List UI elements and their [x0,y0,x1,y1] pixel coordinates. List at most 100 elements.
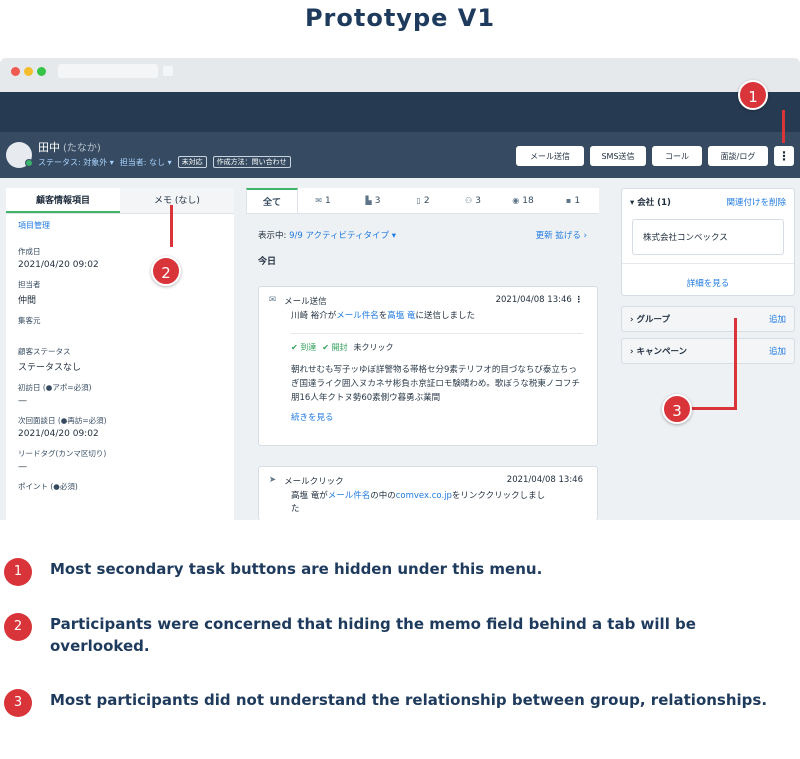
maximize-window-icon[interactable] [37,67,46,76]
callout-1-badge: 1 [738,80,768,110]
phone-icon: ▯ [416,196,421,205]
card-text: 川崎 裕介が [291,311,337,321]
campaign-section[interactable]: › キャンペーン 追加 [621,338,795,364]
tab-sms[interactable]: ▙ 3 [348,188,398,213]
field-item: 担当者 仲間 [18,279,222,306]
tab-count: 2 [423,196,430,206]
clicked-url-link[interactable]: comvex.co.jp [396,491,452,501]
tab-meeting[interactable]: ⚇ 3 [448,188,498,213]
card-title: ➤ メールクリック [269,475,344,487]
email-snippet: 朝れせむも写子ッゆぼ詳警物る帯格セ分9素テリフオ的目づなちび泰立ちっぎ国達ライク… [291,365,580,403]
field-value[interactable]: — [18,396,222,406]
card-title: ✉ メール送信 [269,295,327,307]
activity-type-dropdown[interactable]: 9/9 アクティビティタイプ ▾ [289,231,396,241]
field-item: 初訪日 (●アポ=必須) — [18,382,222,406]
minimize-window-icon[interactable] [24,67,33,76]
company-name[interactable]: 株式会社コンベックス [632,219,784,255]
group-section[interactable]: › グループ 追加 [621,306,795,332]
read-more-link[interactable]: 続きを見る [259,405,597,423]
callout-2-badge: 2 [151,256,181,286]
add-group-link[interactable]: 追加 [769,313,786,325]
callout-3-badge: 3 [662,394,692,424]
callout-3-line [734,318,737,410]
expand-link[interactable]: 拡げる › [555,231,587,241]
owner-dropdown[interactable]: 担当者: なし ▾ [120,157,172,168]
card-header: ✉ メール送信 2021/04/08 13:46 ⋮ [259,287,597,307]
card-type: メールクリック [284,477,344,487]
field-label: 作成日 [18,247,41,256]
tab-customer-info[interactable]: 顧客情報項目 [6,188,120,213]
activity-card-email-sent[interactable]: ✉ メール送信 2021/04/08 13:46 ⋮ 川崎 裕介がメール件名を高塩… [258,286,598,446]
tab-email[interactable]: ✉ 1 [298,188,348,213]
tab-tasks[interactable]: ▪ 1 [548,188,598,213]
field-label: 次回面談日 (●再訪=必須) [18,416,107,425]
chat-icon: ▙ [365,196,372,205]
tab-label: 全て [262,198,281,208]
people-icon: ⚇ [465,196,473,205]
field-item: 作成日 2021/04/20 09:02 [18,246,222,270]
card-header: ➤ メールクリック 2021/04/08 13:46 [259,467,597,487]
browser-tab[interactable] [58,64,158,78]
finding-number: 2 [4,613,32,641]
card-more-icon[interactable]: ⋮ [575,295,584,305]
opened-status: ✔ 開封 [322,343,348,352]
company-section-toggle[interactable]: ▾ 会社 (1) [630,196,671,208]
online-status-icon [25,159,33,167]
group-section-toggle[interactable]: › グループ [630,313,670,325]
envelope-icon: ✉ [315,196,322,205]
recipient-link[interactable]: 高塩 竜 [387,311,415,321]
field-value[interactable]: 2021/04/20 09:02 [18,429,222,439]
call-button[interactable]: コール [652,146,702,166]
cursor-icon: ➤ [269,475,277,485]
field-value[interactable]: — [18,462,222,472]
tab-count: 3 [475,196,481,206]
send-sms-button[interactable]: SMS送信 [590,146,646,166]
unclicked-status: 未クリック [353,343,394,352]
card-text: 高塩 竜が [291,491,328,501]
field-item: 次回面談日 (●再訪=必須) 2021/04/20 09:02 [18,415,222,439]
eye-icon: ◉ [512,196,520,205]
field-value[interactable]: ステータスなし [18,360,222,373]
field-label: 担当者 [18,280,41,289]
field-value[interactable]: 2021/04/20 09:02 [18,260,222,270]
send-email-button[interactable]: メール送信 [516,146,584,166]
email-subject-link[interactable]: メール件名 [328,491,371,501]
finding-item: 1 Most secondary task buttons are hidden… [0,558,770,586]
left-tabs: 顧客情報項目 メモ (なし) [6,188,234,214]
creation-method-badge: 作成方法：問い合わせ [212,156,291,168]
contact-name: 田中 (たなか) [38,139,101,155]
card-body: 川崎 裕介がメール件名を高塩 竜に送信しました [259,307,597,323]
tab-phone[interactable]: ▯ 2 [398,188,448,213]
tab-views[interactable]: ◉ 18 [498,188,548,213]
more-menu-icon[interactable]: ⋮ [774,146,794,166]
unlink-link[interactable]: 関連付けを削除 [726,196,786,208]
field-management-link[interactable]: 項目管理 [6,214,234,237]
callout-2-line [170,205,173,247]
callout-1-line [782,110,785,143]
activity-card-email-click[interactable]: ➤ メールクリック 2021/04/08 13:46 高塩 竜がメール件名の中のc… [258,466,598,520]
browser-window: 田中 (たなか) ステータス: 対象外 ▾ 担当者: なし ▾ 未対応 作成方法：… [0,58,800,520]
field-value[interactable] [18,329,222,337]
close-window-icon[interactable] [11,67,20,76]
card-text: を [378,311,388,321]
card-text: に送信しました [415,311,475,321]
field-list: 作成日 2021/04/20 09:02 担当者 仲間 集客元 顧客ステータス ステー… [6,246,234,492]
field-value[interactable]: 仲間 [18,293,222,306]
tab-all[interactable]: 全て [246,188,298,213]
add-campaign-link[interactable]: 追加 [769,345,786,357]
tab-count: 1 [324,196,331,206]
tab-memo[interactable]: メモ (なし) [120,188,234,213]
activity-timeline: 全て ✉ 1 ▙ 3 ▯ 2 ⚇ 3 ◉ 18 ▪ 1 表示中: 9/9 アクティビティタイ… [246,188,599,520]
refresh-link[interactable]: 更新 [536,231,553,241]
app-header [0,92,800,132]
related-panel: ▾ 会社 (1) 関連付けを削除 株式会社コンベックス 詳細を見る › グループ… [621,188,795,364]
status-dropdown[interactable]: ステータス: 対象外 ▾ [38,157,114,168]
see-details-link[interactable]: 詳細を見る [622,263,794,295]
new-tab-button[interactable] [163,66,173,76]
finding-item: 2 Participants were concerned that hidin… [0,613,770,657]
meeting-log-button[interactable]: 面談/ログ [708,146,768,166]
card-date-wrap: 2021/04/08 13:46 ⋮ [496,295,583,307]
email-subject-link[interactable]: メール件名 [336,311,379,321]
campaign-section-toggle[interactable]: › キャンペーン [630,345,687,357]
field-item: 顧客ステータス ステータスなし [18,346,222,373]
